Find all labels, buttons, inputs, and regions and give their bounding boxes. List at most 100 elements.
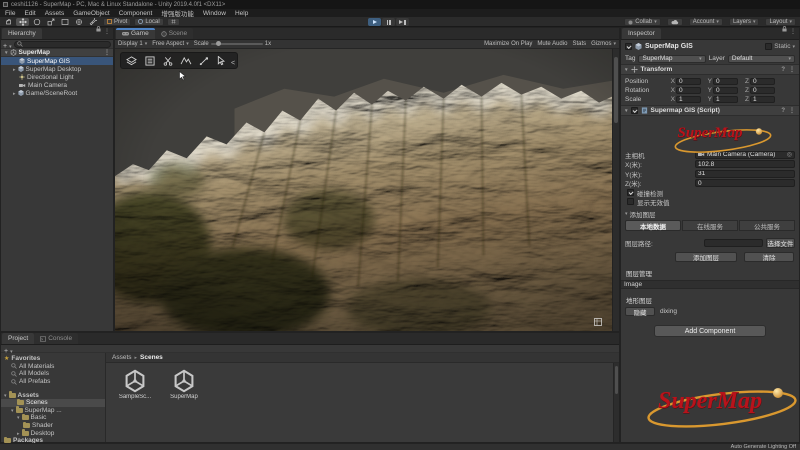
position-x-field[interactable]: 0 — [676, 78, 701, 86]
menu-edit[interactable]: Edit — [24, 10, 35, 17]
cloud-button[interactable] — [667, 18, 683, 26]
tab-online-service[interactable]: 在线服务 — [682, 220, 738, 231]
game-view-scrollbar[interactable] — [612, 49, 619, 331]
hierarchy-item-main-camera[interactable]: Main Camera — [1, 81, 113, 89]
active-checkbox[interactable] — [625, 43, 632, 50]
favorites-header[interactable]: Favorites — [1, 355, 105, 363]
clear-button[interactable]: 清除 — [744, 252, 794, 262]
layer-dropdown[interactable]: Default — [728, 55, 795, 63]
foldout-icon[interactable] — [625, 107, 628, 114]
foldout-icon[interactable] — [13, 66, 16, 73]
z-meters-field[interactable]: 0 — [695, 179, 795, 187]
menu-window[interactable]: Window — [203, 10, 226, 17]
scale-tool-icon[interactable] — [44, 18, 57, 26]
menu-help[interactable]: Help — [235, 10, 248, 17]
hierarchy-search-input[interactable] — [14, 41, 111, 48]
display-dropdown[interactable]: Display 1 — [118, 41, 147, 47]
rect-tool-icon[interactable] — [58, 18, 71, 26]
hierarchy-scene-row[interactable]: SuperMap — [1, 49, 113, 57]
hand-tool-icon[interactable] — [2, 18, 15, 26]
shader-folder[interactable]: Shader — [1, 422, 105, 430]
add-layer-foldout[interactable]: 添加图层 — [625, 209, 795, 218]
snap-toggle[interactable] — [167, 18, 180, 26]
move-tool-icon[interactable] — [16, 18, 29, 26]
lighting-status[interactable]: Auto Generate Lighting Off — [731, 444, 796, 450]
tab-inspector[interactable]: Inspector — [622, 28, 661, 39]
scale-y-field[interactable]: 1 — [713, 96, 738, 104]
maximize-on-play-toggle[interactable]: Maximize On Play — [484, 41, 532, 47]
menu-assets[interactable]: Assets — [45, 10, 65, 17]
palette-collapse-icon[interactable] — [231, 52, 235, 70]
panel-menu-icon[interactable] — [104, 20, 110, 38]
static-dropdown-icon[interactable] — [792, 43, 795, 50]
measure-tool-button[interactable] — [177, 54, 194, 67]
lock-icon[interactable] — [782, 26, 787, 32]
component-menu-icon[interactable] — [789, 107, 795, 114]
tab-scene[interactable]: Scene — [155, 28, 193, 39]
supermap-folder[interactable]: SuperMap ... — [1, 407, 105, 415]
collab-dropdown[interactable]: Collab — [624, 18, 661, 26]
static-checkbox[interactable] — [765, 43, 772, 50]
asset-browser-scrollbar[interactable] — [613, 363, 619, 442]
object-picker-icon[interactable] — [787, 151, 792, 158]
y-meters-field[interactable]: 31 — [695, 170, 795, 178]
favorite-all-materials[interactable]: All Materials — [1, 363, 105, 371]
tab-game[interactable]: Game — [116, 28, 155, 39]
supermap-script-header[interactable]: Supermap GIS (Script) — [621, 105, 799, 116]
hide-button[interactable]: 隐藏 — [625, 307, 655, 316]
mute-audio-toggle[interactable]: Mute Audio — [537, 41, 567, 47]
layer-list-item[interactable]: Image — [621, 280, 799, 289]
path-tool-button[interactable] — [195, 54, 212, 67]
basic-folder[interactable]: Basic — [1, 414, 105, 422]
select-tool-button[interactable] — [213, 54, 230, 67]
scale-z-field[interactable]: 1 — [750, 96, 775, 104]
account-dropdown[interactable]: Account — [689, 18, 723, 26]
local-toggle[interactable]: Local — [134, 18, 163, 26]
viewport-overlay-icon[interactable] — [594, 318, 602, 326]
hierarchy-item-game-sceneroot[interactable]: Game/SceneRoot — [1, 89, 113, 97]
assets-folder[interactable]: Assets — [1, 391, 105, 399]
foldout-icon[interactable] — [625, 66, 628, 73]
tab-public-service[interactable]: 公共服务 — [739, 220, 795, 231]
pause-button[interactable] — [382, 18, 395, 26]
hierarchy-item-directional-light[interactable]: Directional Light — [1, 73, 113, 81]
foldout-icon[interactable] — [13, 90, 16, 97]
component-menu-icon[interactable] — [789, 66, 795, 73]
layers-tool-button[interactable] — [123, 54, 140, 67]
rotation-z-field[interactable]: 0 — [750, 87, 775, 95]
rotation-x-field[interactable]: 0 — [676, 87, 701, 95]
scale-x-field[interactable]: 1 — [676, 96, 701, 104]
add-component-button[interactable]: Add Component — [654, 325, 766, 337]
tab-local-data[interactable]: 本地数据 — [625, 220, 681, 231]
hierarchy-item-supermap-gis[interactable]: SuperMap GIS — [1, 57, 113, 65]
aspect-dropdown[interactable]: Free Aspect — [152, 41, 189, 47]
add-layer-button[interactable]: 添加图层 — [675, 252, 737, 262]
asset-item-supermap[interactable]: SuperMap — [164, 369, 204, 400]
hierarchy-item-supermap-desktop[interactable]: SuperMap Desktop — [1, 65, 113, 73]
position-z-field[interactable]: 0 — [750, 78, 775, 86]
menu-component[interactable]: Component — [119, 10, 153, 17]
menu-file[interactable]: File — [5, 10, 15, 17]
tab-project[interactable]: Project — [2, 333, 34, 344]
choose-file-button[interactable]: 选择文件 — [766, 238, 795, 248]
favorite-all-models[interactable]: All Models — [1, 370, 105, 378]
help-icon[interactable] — [781, 107, 785, 114]
rotation-y-field[interactable]: 0 — [713, 87, 738, 95]
breadcrumb-current[interactable]: Scenes — [140, 354, 163, 361]
scrollbar-thumb[interactable] — [614, 57, 618, 123]
position-y-field[interactable]: 0 — [713, 78, 738, 86]
show-invalid-checkbox[interactable] — [627, 198, 634, 205]
scene-menu-icon[interactable] — [104, 49, 113, 56]
transform-header[interactable]: Transform — [621, 64, 799, 75]
tab-hierarchy[interactable]: Hierarchy — [2, 28, 42, 39]
scrollbar-thumb[interactable] — [615, 366, 618, 394]
gameobject-name-field[interactable]: SuperMap GIS — [645, 43, 762, 50]
step-button[interactable] — [396, 18, 409, 26]
clip-tool-button[interactable] — [159, 54, 176, 67]
legend-tool-button[interactable] — [141, 54, 158, 67]
help-icon[interactable] — [781, 66, 785, 73]
layers-dropdown[interactable]: Layers — [729, 18, 760, 26]
game-viewport[interactable] — [115, 49, 612, 331]
collision-checkbox[interactable] — [627, 189, 634, 196]
transform-tool-icon[interactable] — [72, 18, 85, 26]
